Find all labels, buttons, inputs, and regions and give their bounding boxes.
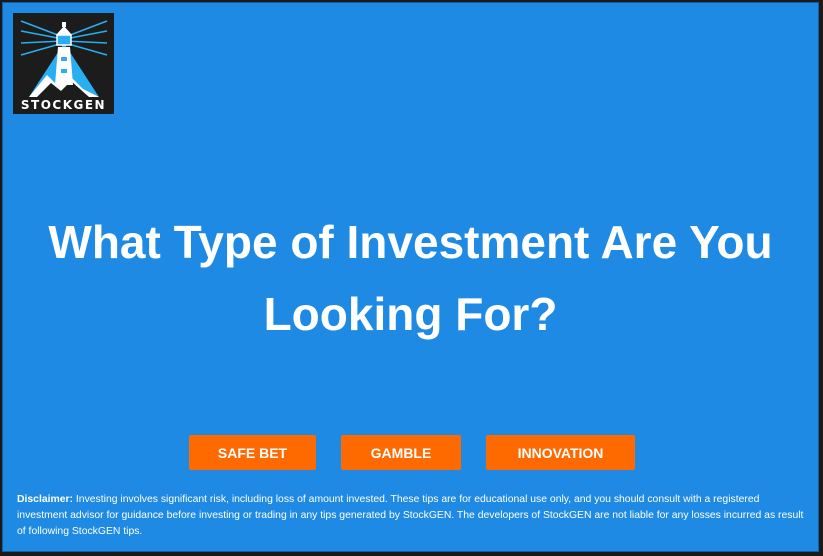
innovation-button[interactable]: INNOVATION xyxy=(486,435,635,470)
safe-bet-button[interactable]: SAFE BET xyxy=(189,435,316,470)
gamble-button[interactable]: GAMBLE xyxy=(341,435,461,470)
lighthouse-icon xyxy=(20,20,108,97)
disclaimer-text: Disclaimer: Investing involves significa… xyxy=(17,492,804,540)
disclaimer-body: Investing involves significant risk, inc… xyxy=(17,494,804,537)
brand-name: STOCKGEN xyxy=(20,98,107,112)
page-title: What Type of Investment Are You Looking … xyxy=(48,216,773,340)
stockgen-logo: STOCKGEN xyxy=(13,13,114,114)
disclaimer-label: Disclaimer: xyxy=(17,494,74,505)
app-window: STOCKGEN What Type of Investment Are You… xyxy=(2,2,819,552)
